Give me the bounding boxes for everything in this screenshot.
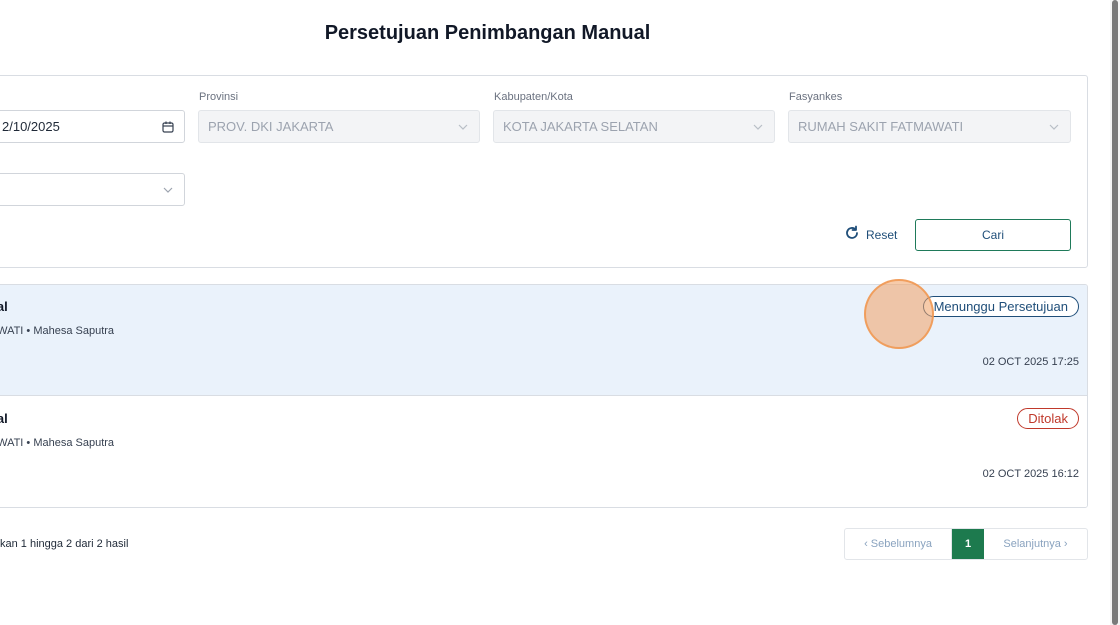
page-title: Persetujuan Penimbangan Manual [324, 22, 651, 44]
pagination: ‹ Sebelumnya 1 Selanjutnya › [844, 528, 1088, 560]
status-select[interactable] [0, 173, 185, 206]
provinsi-select[interactable]: PROV. DKI JAKARTA [198, 110, 480, 143]
scrollbar-thumb[interactable] [1112, 0, 1118, 625]
calendar-icon [161, 120, 175, 134]
page-1-button[interactable]: 1 [952, 529, 984, 559]
prev-page-button[interactable]: ‹ Sebelumnya [845, 529, 952, 559]
fasyankes-select[interactable]: RUMAH SAKIT FATMAWATI [788, 110, 1071, 143]
chevron-down-icon [456, 120, 470, 134]
reset-button[interactable]: Reset [844, 225, 897, 244]
fasyankes-value: RUMAH SAKIT FATMAWATI [798, 119, 964, 134]
item-subtitle: MAWATI • Mahesa Saputra [0, 325, 115, 337]
approval-list: nual MAWATI • Mahesa Saputra Menunggu Pe… [0, 284, 1088, 508]
results-summary: kan 1 hingga 2 dari 2 hasil [0, 538, 129, 550]
kabupaten-value: KOTA JAKARTA SELATAN [503, 119, 658, 134]
status-badge: Ditolak [1017, 408, 1079, 429]
date-value: 2/10/2025 [2, 119, 60, 134]
fasyankes-label: Fasyankes [789, 91, 843, 103]
item-title: nual [0, 411, 8, 426]
item-timestamp: 02 OCT 2025 16:12 [982, 468, 1079, 480]
next-page-button[interactable]: Selanjutnya › [984, 529, 1087, 559]
provinsi-label: Provinsi [199, 91, 239, 103]
search-button[interactable]: Cari [915, 219, 1071, 251]
chevron-down-icon [1047, 120, 1061, 134]
item-timestamp: 02 OCT 2025 17:25 [982, 356, 1079, 368]
list-item[interactable]: nual MAWATI • Mahesa Saputra Menunggu Pe… [0, 285, 1087, 396]
date-input[interactable]: 2/10/2025 [0, 110, 185, 143]
reset-label: Reset [866, 227, 898, 242]
refresh-icon [844, 225, 860, 244]
list-item[interactable]: nual MAWATI • Mahesa Saputra Ditolak 02 … [0, 397, 1087, 507]
kabupaten-label: Kabupaten/Kota [494, 91, 573, 103]
chevron-down-icon [161, 183, 175, 197]
status-badge: Menunggu Persetujuan [922, 296, 1079, 317]
kabupaten-select[interactable]: KOTA JAKARTA SELATAN [493, 110, 775, 143]
chevron-down-icon [751, 120, 765, 134]
provinsi-value: PROV. DKI JAKARTA [208, 119, 334, 134]
item-title: nual [0, 299, 8, 314]
item-subtitle: MAWATI • Mahesa Saputra [0, 437, 115, 449]
